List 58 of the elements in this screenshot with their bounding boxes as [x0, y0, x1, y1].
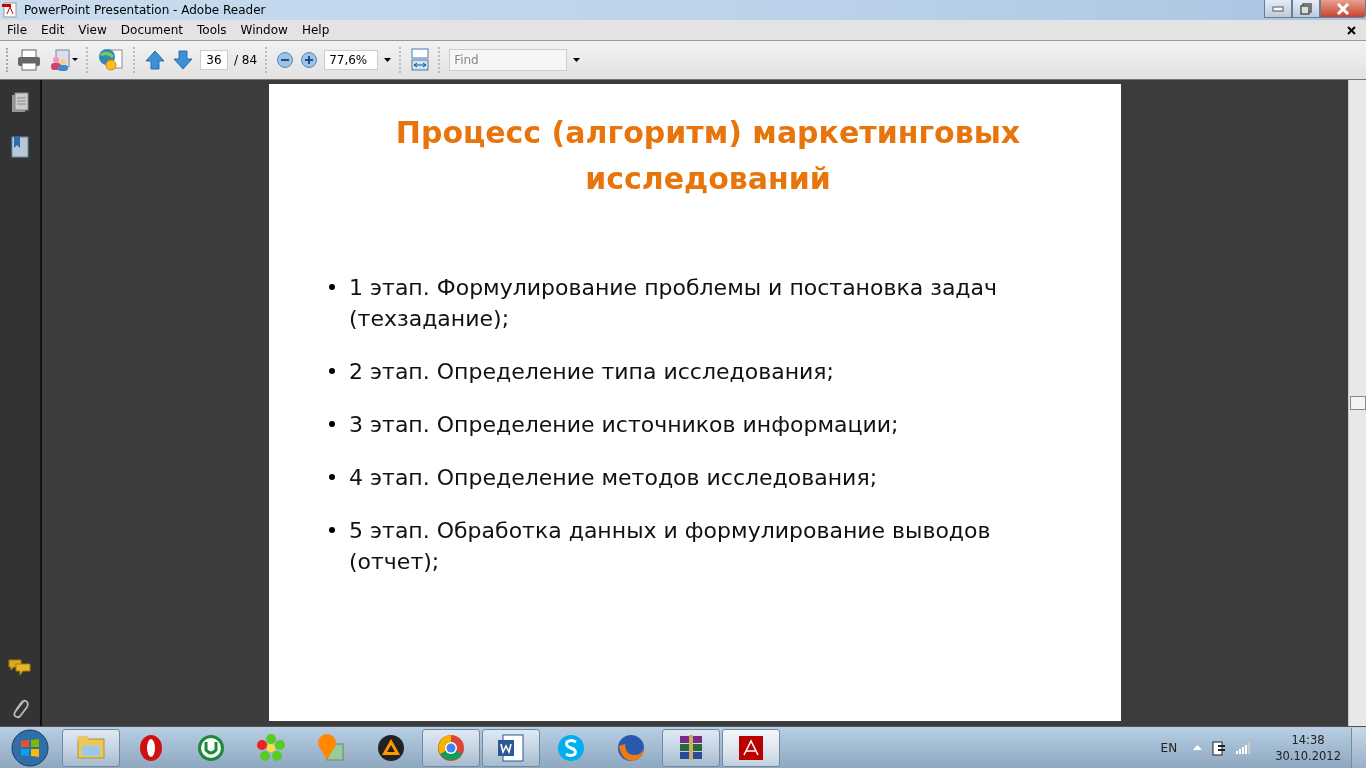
zoom-out-icon[interactable]	[276, 51, 295, 69]
bullet-text: 5 этап. Обработка данных и формулирование выводов (отчет);	[349, 517, 992, 576]
taskbar-button[interactable]	[662, 728, 720, 767]
caret-icon[interactable]	[384, 58, 392, 62]
pages-icon[interactable]	[11, 92, 29, 114]
window-title: PowerPoint Presentation - Adobe Reader	[24, 3, 267, 17]
printer-icon[interactable]	[16, 48, 42, 72]
zoom-field[interactable]: 77,6%	[324, 50, 379, 70]
arrow-down-icon[interactable]	[172, 49, 194, 71]
show-desktop-button[interactable]	[1351, 727, 1366, 768]
minimize-button[interactable]	[1264, 0, 1292, 18]
language-indicator[interactable]: EN	[1160, 740, 1178, 755]
bullet-text: 1 этап. Формулирование проблемы и постановка задач (техзадание);	[349, 274, 999, 333]
menu-item[interactable]: View	[71, 23, 114, 37]
menu-item[interactable]: Document	[113, 23, 190, 37]
menu-item[interactable]: Edit	[34, 23, 72, 37]
map-pin-icon	[315, 731, 347, 764]
fit-width-icon[interactable]	[410, 48, 431, 72]
close-button[interactable]	[1320, 0, 1366, 18]
close-icon[interactable]	[1347, 25, 1356, 35]
menu-item[interactable]: File	[0, 23, 35, 37]
bullet-text: 2 этап. Определение типа исследования;	[349, 358, 834, 386]
minimize-icon	[1272, 5, 1284, 12]
word-document-icon	[495, 731, 527, 764]
caret-icon[interactable]	[573, 58, 581, 62]
bullet-dot	[329, 368, 335, 374]
scrollbar[interactable]	[1348, 80, 1366, 726]
close-icon	[1336, 2, 1350, 15]
find-field[interactable]: Find	[449, 49, 568, 71]
bullet-dot	[329, 474, 335, 480]
menu-item[interactable]: Tools	[190, 23, 234, 37]
menu-item[interactable]: Window	[233, 23, 295, 37]
zoom-in-icon[interactable]	[300, 51, 319, 69]
restore-icon	[1300, 2, 1312, 15]
restore-button[interactable]	[1292, 0, 1320, 18]
page-number-field[interactable]: 36	[200, 50, 228, 70]
clock-time[interactable]: 14:38	[1291, 731, 1325, 748]
flower-icon	[255, 731, 287, 764]
power-plug-icon[interactable]	[1212, 739, 1227, 756]
scrollbar-thumb[interactable]	[1349, 396, 1366, 410]
people-document-icon[interactable]	[48, 48, 78, 72]
clock-date[interactable]: 30.10.2012	[1275, 747, 1341, 764]
arrow-up-icon[interactable]	[144, 49, 166, 71]
pdf-icon	[2, 2, 18, 18]
menu-item[interactable]: Help	[294, 23, 337, 37]
bullet-dot	[329, 421, 335, 427]
bullet-dot	[329, 284, 335, 290]
bullet-text: 3 этап. Определение источников информации;	[349, 411, 899, 439]
comments-icon[interactable]	[8, 658, 32, 676]
bookmark-icon[interactable]	[11, 136, 29, 158]
page-count: / 84	[234, 53, 258, 67]
bullet-dot	[329, 527, 335, 533]
slide-title: Процесс (алгоритм) маркетинговых исследований	[394, 114, 1022, 198]
globe-document-icon[interactable]	[97, 47, 125, 73]
taskbar-button[interactable]	[482, 728, 540, 767]
start-button[interactable]	[10, 727, 50, 768]
taskbar-button[interactable]	[722, 728, 780, 767]
bullet-text: 4 этап. Определение методов исследования;	[349, 464, 878, 492]
